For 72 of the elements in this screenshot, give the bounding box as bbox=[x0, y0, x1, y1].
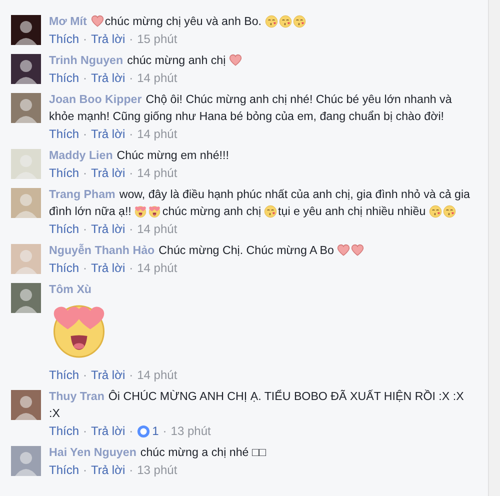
separator-dot: · bbox=[83, 165, 88, 182]
avatar[interactable] bbox=[11, 15, 41, 45]
comment-text: Trinh Nguyen chúc mừng anh chị bbox=[49, 52, 470, 69]
separator-dot: · bbox=[129, 31, 134, 48]
reply-link[interactable]: Trả lời bbox=[91, 125, 126, 143]
separator-dot: · bbox=[83, 31, 88, 48]
like-link[interactable]: Thích bbox=[49, 220, 80, 238]
kiss-face-icon bbox=[292, 15, 306, 28]
kiss-face-icon bbox=[428, 205, 442, 218]
reply-link[interactable]: Trả lời bbox=[91, 69, 126, 87]
separator-dot: · bbox=[129, 367, 134, 384]
comment-text: Trang Pham wow, đây là điều hạnh phúc nhất của anh chị, gia đình nhỏ và cả gia đình lớn nữa ạ!! chúc mừng anh chị tụi e yêu anh chị nhiều nhiều bbox=[49, 187, 470, 220]
like-link[interactable]: Thích bbox=[49, 422, 80, 440]
like-link[interactable]: Thích bbox=[49, 366, 80, 384]
heart-icon bbox=[336, 244, 350, 257]
separator-dot: · bbox=[129, 70, 134, 87]
comment-time[interactable]: 14 phút bbox=[137, 259, 178, 277]
comment-text: Maddy Lien Chúc mừng em nhé!!! bbox=[49, 148, 230, 164]
kiss-face-icon bbox=[264, 15, 278, 28]
separator-dot: · bbox=[129, 260, 134, 277]
comment-time[interactable]: 13 phút bbox=[137, 461, 178, 479]
reply-link[interactable]: Trả lời bbox=[91, 259, 126, 277]
separator-dot: · bbox=[129, 126, 134, 143]
like-link[interactable]: Thích bbox=[49, 30, 80, 48]
comment-time[interactable]: 13 phút bbox=[170, 422, 211, 440]
comment-time[interactable]: 14 phút bbox=[137, 69, 178, 87]
separator-dot: · bbox=[129, 462, 134, 479]
comment-time[interactable]: 15 phút bbox=[137, 30, 178, 48]
separator-dot: · bbox=[162, 423, 167, 440]
comment-text: Hai Yen Nguyen chúc mừng a chị nhé □□ bbox=[49, 445, 267, 461]
like-link[interactable]: Thích bbox=[49, 461, 80, 479]
heart-icon bbox=[90, 15, 104, 28]
heart-icon bbox=[350, 244, 364, 257]
separator-dot: · bbox=[83, 423, 88, 440]
heart-icon bbox=[228, 54, 242, 67]
heart-eyes-emoji-icon bbox=[134, 205, 148, 218]
reply-link[interactable]: Trả lời bbox=[91, 30, 126, 48]
like-link[interactable]: Thích bbox=[49, 164, 80, 182]
like-link[interactable]: Thích bbox=[49, 69, 80, 87]
avatar[interactable] bbox=[11, 283, 41, 313]
kiss-face-icon bbox=[442, 205, 456, 218]
separator-dot: · bbox=[83, 260, 88, 277]
reply-link[interactable]: Trả lời bbox=[91, 422, 126, 440]
comment-text: Nguyễn Thanh Hảo Chúc mừng Chị. Chúc mừng A Bo bbox=[49, 242, 470, 259]
separator-dot: · bbox=[83, 367, 88, 384]
separator-dot: · bbox=[129, 423, 134, 440]
reply-link[interactable]: Trả lời bbox=[91, 220, 126, 238]
comment-time[interactable]: 14 phút bbox=[137, 125, 178, 143]
avatar[interactable] bbox=[11, 54, 41, 84]
like-link[interactable]: Thích bbox=[49, 259, 80, 277]
heart-eyes-emoji-icon bbox=[148, 205, 162, 218]
avatar[interactable] bbox=[11, 390, 41, 420]
reply-link[interactable]: Trả lời bbox=[91, 461, 126, 479]
kiss-face-icon bbox=[278, 15, 292, 28]
like-link[interactable]: Thích bbox=[49, 125, 80, 143]
reply-link[interactable]: Trả lời bbox=[91, 366, 126, 384]
separator-dot: · bbox=[129, 165, 134, 182]
separator-dot: · bbox=[129, 221, 134, 238]
separator-dot: · bbox=[83, 126, 88, 143]
comment-text: Mơ Mít chúc mừng chị yêu và anh Bo. bbox=[49, 13, 470, 30]
reaction-count[interactable]: 1 bbox=[137, 422, 159, 440]
like-reaction-icon bbox=[137, 424, 150, 438]
comment-time[interactable]: 14 phút bbox=[137, 164, 178, 182]
comment-text: Joan Boo Kipper Chộ ôi! Chúc mừng anh chị nhé! Chúc bé yêu lớn nhanh và khỏe mạnh! Cũng giống như Hana bé bỏng của em, đang chuẩn bị chào đời! bbox=[49, 92, 453, 125]
comment-time[interactable]: 14 phút bbox=[137, 220, 178, 238]
kiss-face-icon bbox=[264, 205, 278, 218]
comment-time[interactable]: 14 phút bbox=[137, 366, 178, 384]
reply-link[interactable]: Trả lời bbox=[91, 164, 126, 182]
comment-text: Thuy Tran Ôi CHÚC MỪNG ANH CHỊ Ạ. TIỂU BOBO ĐÃ XUẤT HIỆN RỒI :X :X :X bbox=[49, 388, 465, 422]
separator-dot: · bbox=[83, 70, 88, 87]
separator-dot: · bbox=[83, 462, 88, 479]
separator-dot: · bbox=[83, 221, 88, 238]
